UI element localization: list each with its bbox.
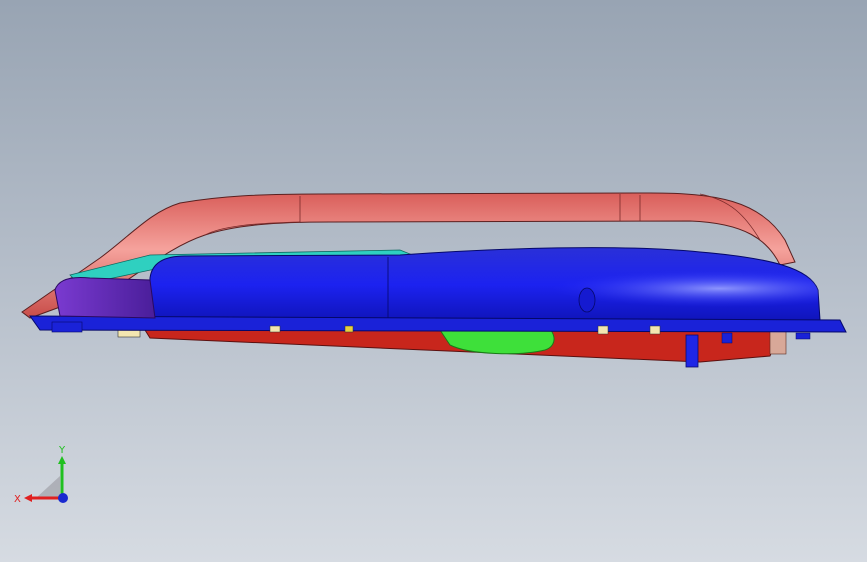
z-axis-dot (58, 493, 68, 503)
triad-plane (36, 476, 60, 498)
x-axis-label: X (14, 494, 21, 505)
mounting-post (685, 334, 699, 368)
y-arrowhead (58, 456, 66, 464)
end-cap[interactable] (54, 277, 156, 319)
screw-hole (578, 287, 596, 313)
cad-viewport[interactable] (0, 0, 867, 562)
orientation-triad: Y X (14, 445, 68, 505)
y-axis-label: Y (58, 445, 66, 456)
x-arrowhead (24, 494, 32, 502)
